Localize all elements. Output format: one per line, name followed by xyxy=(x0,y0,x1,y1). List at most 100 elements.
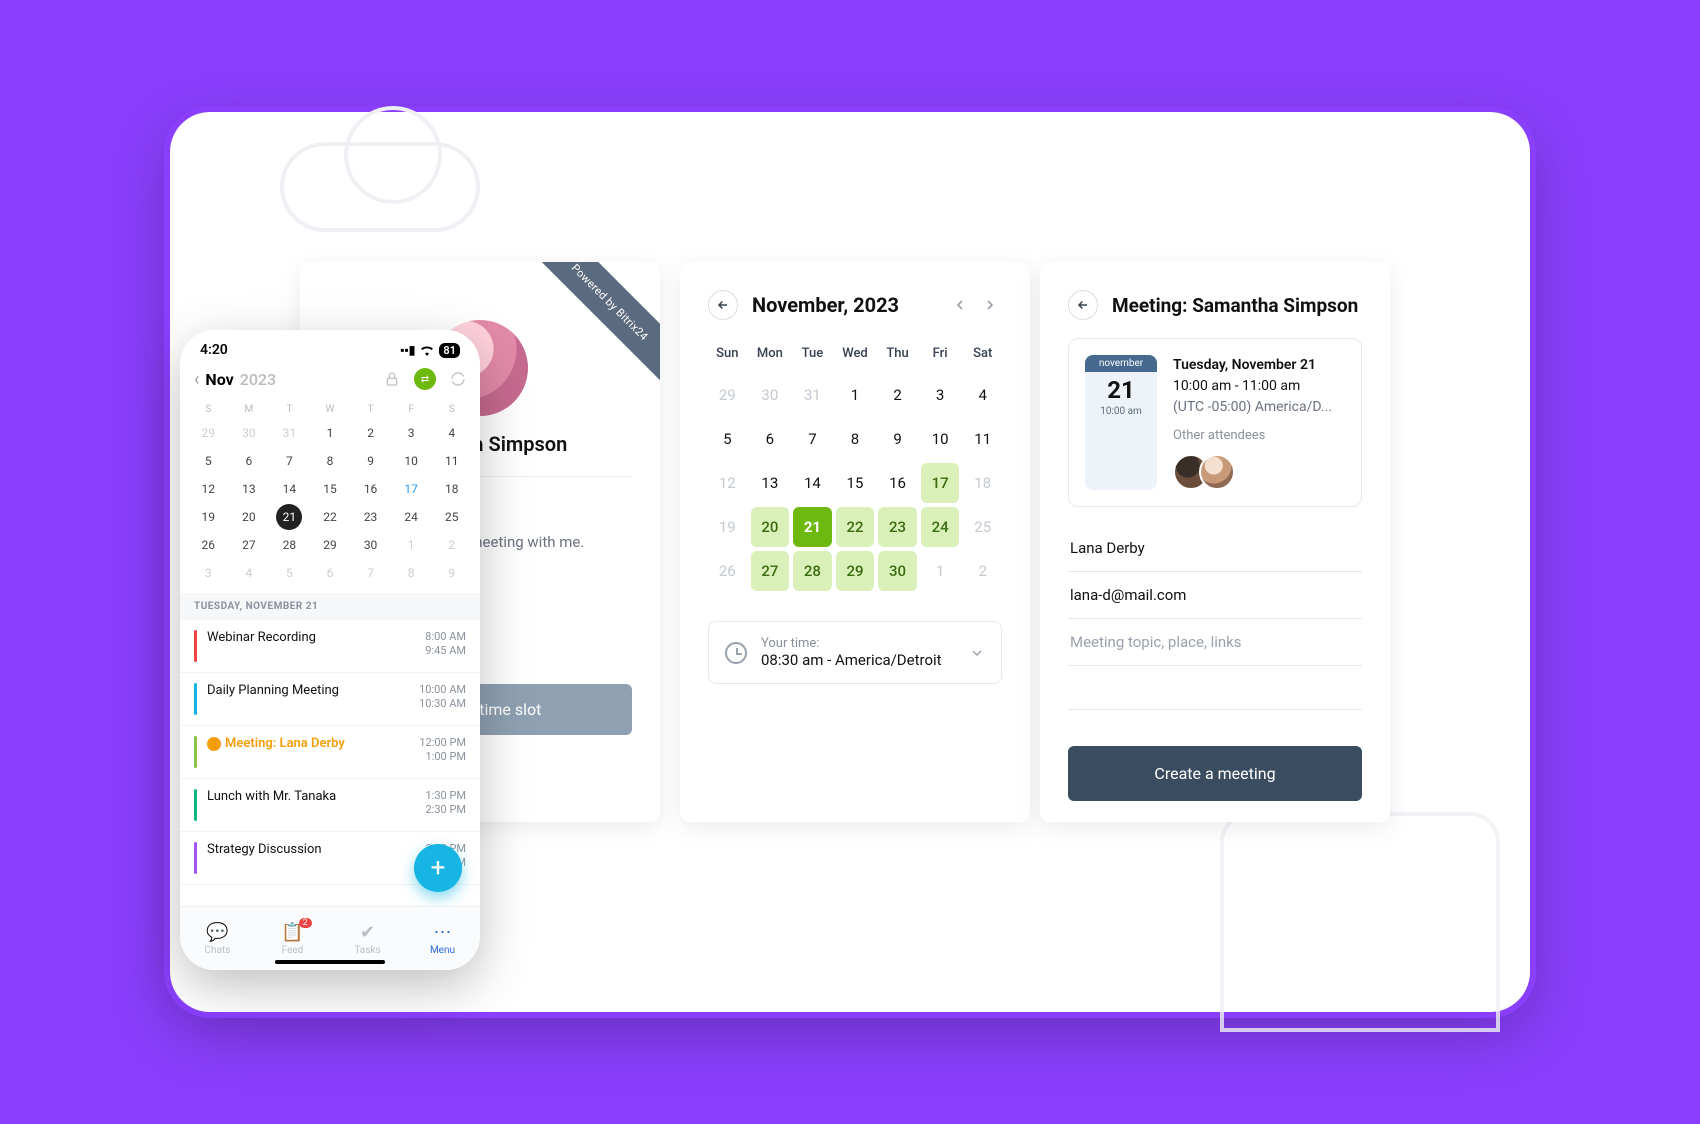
mini-calendar-day[interactable]: 2 xyxy=(431,531,472,559)
calendar-day[interactable]: 20 xyxy=(751,507,790,547)
extra-field[interactable] xyxy=(1068,666,1362,710)
bg-decoration xyxy=(1220,812,1500,1032)
mini-calendar-day[interactable]: 18 xyxy=(431,475,472,503)
weekday-label: S xyxy=(188,400,229,419)
mini-calendar-day[interactable]: 12 xyxy=(188,475,229,503)
event-color-bar xyxy=(194,736,197,768)
mini-calendar-day[interactable]: 4 xyxy=(229,559,270,587)
agenda-event[interactable]: Lunch with Mr. Tanaka1:30 PM2:30 PM xyxy=(180,779,480,832)
sync-icon[interactable]: ⇄ xyxy=(414,368,436,390)
calendar-day[interactable]: 21 xyxy=(793,507,832,547)
mini-calendar-day[interactable]: 31 xyxy=(269,419,310,447)
mini-calendar-day[interactable]: 24 xyxy=(391,503,432,531)
calendar-day[interactable]: 10 xyxy=(921,419,960,459)
prev-month-button[interactable] xyxy=(948,293,972,317)
plus-icon: + xyxy=(431,853,446,883)
status-time: 4:20 xyxy=(200,342,228,358)
calendar-day: 31 xyxy=(793,375,832,415)
mini-calendar-day[interactable]: 10 xyxy=(391,447,432,475)
calendar-day[interactable]: 7 xyxy=(793,419,832,459)
tab-menu[interactable]: ⋯Menu xyxy=(405,922,480,956)
tab-feed[interactable]: 📋2Feed xyxy=(255,922,330,956)
calendar-day[interactable]: 6 xyxy=(751,419,790,459)
mini-calendar-day[interactable]: 15 xyxy=(310,475,351,503)
calendar-day[interactable]: 4 xyxy=(963,375,1002,415)
topic-field[interactable] xyxy=(1068,619,1362,666)
calendar-day[interactable]: 13 xyxy=(751,463,790,503)
mini-calendar-day[interactable]: 27 xyxy=(229,531,270,559)
calendar-day[interactable]: 11 xyxy=(963,419,1002,459)
calendar-day[interactable]: 3 xyxy=(921,375,960,415)
calendar-day[interactable]: 8 xyxy=(836,419,875,459)
calendar-day[interactable]: 29 xyxy=(836,551,875,591)
back-chevron[interactable]: ‹ xyxy=(194,369,199,390)
agenda-event[interactable]: Webinar Recording8:00 AM9:45 AM xyxy=(180,620,480,673)
email-field[interactable] xyxy=(1068,572,1362,619)
tab-chats[interactable]: 💬Chats xyxy=(180,922,255,956)
add-event-fab[interactable]: + xyxy=(414,844,462,892)
event-time: 8:00 AM9:45 AM xyxy=(425,630,466,659)
mini-calendar-day[interactable]: 25 xyxy=(431,503,472,531)
mini-calendar-day[interactable]: 20 xyxy=(229,503,270,531)
mini-calendar-day[interactable]: 22 xyxy=(310,503,351,531)
mini-calendar-day[interactable]: 21 xyxy=(276,504,302,530)
mini-calendar-day[interactable]: 7 xyxy=(269,447,310,475)
other-attendees-label: Other attendees xyxy=(1173,426,1332,446)
mini-calendar-day[interactable]: 29 xyxy=(310,531,351,559)
mini-calendar-day[interactable]: 16 xyxy=(350,475,391,503)
mini-calendar-day[interactable]: 2 xyxy=(350,419,391,447)
calendar-day[interactable]: 28 xyxy=(793,551,832,591)
timezone-selector[interactable]: Your time: 08:30 am - America/Detroit xyxy=(708,621,1002,684)
calendar-day[interactable]: 17 xyxy=(921,463,960,503)
mini-calendar-day[interactable]: 17 xyxy=(391,475,432,503)
mini-calendar-day[interactable]: 30 xyxy=(350,531,391,559)
mini-calendar-day[interactable]: 13 xyxy=(229,475,270,503)
mini-calendar-day[interactable]: 14 xyxy=(269,475,310,503)
next-month-button[interactable] xyxy=(978,293,1002,317)
lock-icon[interactable] xyxy=(384,371,400,387)
calendar-day[interactable]: 24 xyxy=(921,507,960,547)
calendar-card: November, 2023 SunMonTueWedThuFriSat 293… xyxy=(680,262,1030,822)
calendar-day[interactable]: 15 xyxy=(836,463,875,503)
mini-calendar-day[interactable]: 6 xyxy=(310,559,351,587)
tab-tasks[interactable]: ✔Tasks xyxy=(330,922,405,956)
agenda-event[interactable]: Daily Planning Meeting10:00 AM10:30 AM xyxy=(180,673,480,726)
calendar-day[interactable]: 23 xyxy=(878,507,917,547)
calendar-day[interactable]: 22 xyxy=(836,507,875,547)
back-button[interactable] xyxy=(708,290,738,320)
mini-calendar-day[interactable]: 9 xyxy=(431,559,472,587)
calendar-day[interactable]: 14 xyxy=(793,463,832,503)
calendar-day[interactable]: 9 xyxy=(878,419,917,459)
mini-calendar-day[interactable]: 6 xyxy=(229,447,270,475)
mini-calendar-day[interactable]: 11 xyxy=(431,447,472,475)
agenda-event[interactable]: Meeting: Lana Derby12:00 PM1:00 PM xyxy=(180,726,480,779)
calendar-day[interactable]: 1 xyxy=(836,375,875,415)
calendar-day: 19 xyxy=(708,507,747,547)
mini-calendar-day[interactable]: 19 xyxy=(188,503,229,531)
mini-calendar-day[interactable]: 3 xyxy=(188,559,229,587)
mini-calendar-day[interactable]: 4 xyxy=(431,419,472,447)
name-field[interactable] xyxy=(1068,525,1362,572)
mini-calendar-day[interactable]: 7 xyxy=(350,559,391,587)
mini-calendar-day[interactable]: 29 xyxy=(188,419,229,447)
create-meeting-button[interactable]: Create a meeting xyxy=(1068,746,1362,801)
refresh-icon[interactable] xyxy=(450,371,466,387)
mini-calendar-day[interactable]: 1 xyxy=(310,419,351,447)
back-button[interactable] xyxy=(1068,290,1098,320)
mini-calendar-day[interactable]: 30 xyxy=(229,419,270,447)
calendar-day[interactable]: 27 xyxy=(751,551,790,591)
mini-calendar-day[interactable]: 28 xyxy=(269,531,310,559)
calendar-day[interactable]: 5 xyxy=(708,419,747,459)
mini-calendar-day[interactable]: 8 xyxy=(391,559,432,587)
mini-calendar-day[interactable]: 1 xyxy=(391,531,432,559)
mini-calendar-day[interactable]: 5 xyxy=(188,447,229,475)
mini-calendar-day[interactable]: 3 xyxy=(391,419,432,447)
mini-calendar-day[interactable]: 23 xyxy=(350,503,391,531)
calendar-day[interactable]: 16 xyxy=(878,463,917,503)
mini-calendar-day[interactable]: 9 xyxy=(350,447,391,475)
calendar-day[interactable]: 30 xyxy=(878,551,917,591)
mini-calendar-day[interactable]: 5 xyxy=(269,559,310,587)
mini-calendar-day[interactable]: 8 xyxy=(310,447,351,475)
mini-calendar-day[interactable]: 26 xyxy=(188,531,229,559)
calendar-day[interactable]: 2 xyxy=(878,375,917,415)
